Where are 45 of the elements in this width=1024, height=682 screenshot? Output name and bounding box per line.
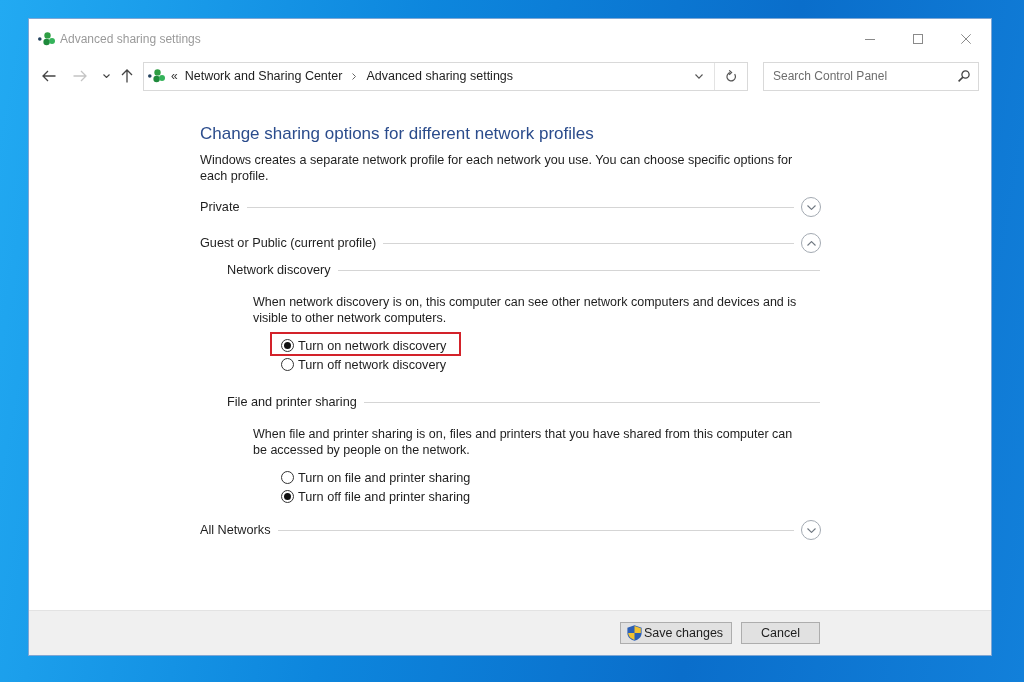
save-button[interactable]: Save changes <box>620 622 732 644</box>
radio-button[interactable] <box>281 358 294 371</box>
radio-label[interactable]: Turn off file and printer sharing <box>298 489 471 504</box>
refresh-icon <box>725 70 737 82</box>
chevron-up-icon <box>806 240 816 246</box>
profile-title: Private <box>200 200 240 214</box>
expand-button[interactable] <box>801 197 821 217</box>
shield-icon <box>626 625 642 641</box>
network-icon <box>38 32 55 46</box>
section-description: When network discovery is on, this computer can see other network computers and devices and is visible to other network computers. <box>253 294 798 326</box>
radio-label[interactable]: Turn on file and printer sharing <box>298 470 471 485</box>
section-description: When file and printer sharing is on, files and printers that you have shared from this computer can be accessed by people on the network. <box>253 426 794 458</box>
page-heading: Change sharing options for different network profiles <box>200 123 595 145</box>
collapse-button[interactable] <box>801 233 821 253</box>
search-icon[interactable] <box>958 69 970 82</box>
breadcrumb-link[interactable]: Network and Sharing Center <box>180 69 347 83</box>
section-title: Network discovery <box>227 263 331 277</box>
chevron-down-icon <box>102 74 110 78</box>
maximize-icon <box>913 34 923 44</box>
minimize-icon <box>865 38 875 40</box>
window-title: Advanced sharing settings <box>60 32 201 46</box>
profile-title: All Networks <box>200 523 271 537</box>
chevron-down-icon <box>806 527 816 533</box>
hidden-locations-button[interactable]: « <box>168 69 181 83</box>
chevron-down-icon <box>695 73 703 79</box>
radio-button[interactable] <box>281 471 294 484</box>
profile-title: Guest or Public (current profile) <box>200 236 377 250</box>
intro-text: Windows creates a separate network profile for each network you use. You can choose specific options for each profile. <box>200 152 794 184</box>
cancel-button[interactable]: Cancel <box>741 622 820 644</box>
network-icon <box>148 69 165 83</box>
address-bar[interactable]: « Network and Sharing Center Advanced sharing settings <box>143 61 748 91</box>
up-arrow-icon <box>121 69 133 83</box>
forward-arrow-icon <box>73 70 87 82</box>
close-icon <box>961 34 971 44</box>
radio-button[interactable] <box>281 339 294 352</box>
chevron-right-icon <box>352 72 357 80</box>
section-title: File and printer sharing <box>227 395 357 409</box>
expand-button[interactable] <box>801 520 821 540</box>
radio-label[interactable]: Turn on network discovery <box>298 338 447 353</box>
radio-button[interactable] <box>281 490 294 503</box>
back-arrow-icon <box>42 70 56 82</box>
chevron-down-icon <box>806 204 816 210</box>
radio-label[interactable]: Turn off network discovery <box>298 357 447 372</box>
breadcrumb-link[interactable]: Advanced sharing settings <box>362 69 518 83</box>
search-field[interactable]: Search Control Panel <box>763 61 979 91</box>
